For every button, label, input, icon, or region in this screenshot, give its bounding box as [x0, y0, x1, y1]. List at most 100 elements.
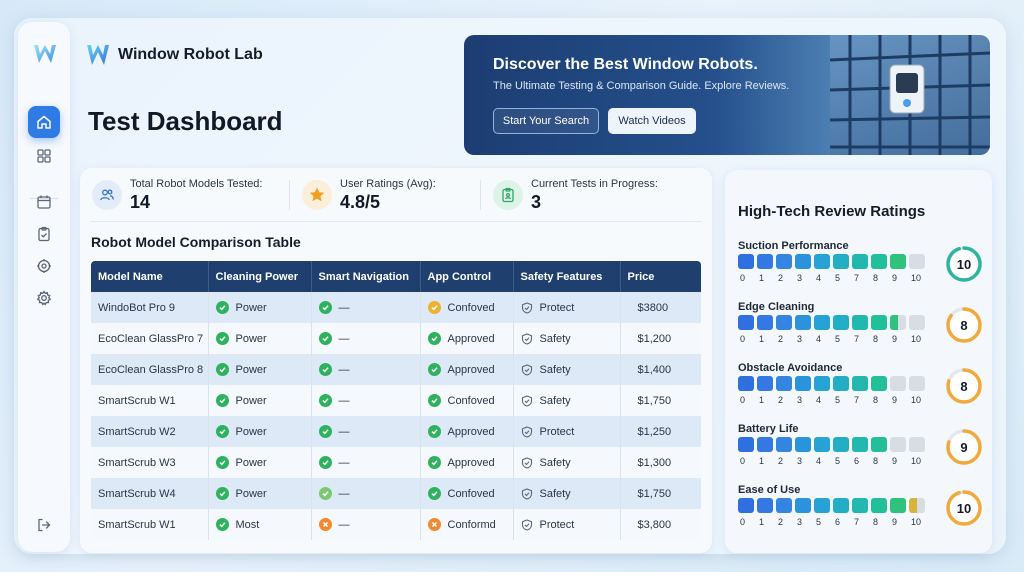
column-header[interactable]: Price [620, 261, 701, 292]
scale-label: 9 [892, 517, 898, 527]
stat-label: Current Tests in Progress: [531, 178, 658, 190]
price-cell: $1,750 [620, 385, 701, 416]
cleaning-power-cell: Power [208, 447, 312, 478]
rating-segment [757, 376, 773, 391]
table-row[interactable]: EcoClean GlassPro 7 Power — Approved Safety $… [91, 323, 701, 354]
safety-features-cell: Safety [513, 385, 621, 416]
app-control-value: Conformd [447, 518, 496, 531]
smart-navigation-value: — [338, 363, 350, 376]
check-circle-icon [318, 394, 332, 407]
safety-features-cell: Safety [513, 323, 621, 354]
safety-features-value: Protect [539, 425, 575, 438]
watch-videos-button[interactable]: Watch Videos [608, 108, 696, 134]
table-row[interactable]: SmartScrub W1 Power — Confoved Safety $1,750 [91, 385, 701, 416]
check-circle-icon [427, 394, 441, 407]
table-row[interactable]: EcoClean GlassPro 8 Power — Approved Safety $… [91, 354, 701, 385]
column-header[interactable]: Safety Features [513, 261, 621, 292]
safety-features-value: Safety [539, 456, 571, 469]
score-gauge: 8 [945, 306, 983, 344]
column-header[interactable]: App Control [420, 261, 514, 292]
clipboard-check-icon [38, 226, 50, 242]
scale-label: 9 [892, 334, 898, 344]
stat-value: 4.8/5 [340, 192, 381, 212]
score-value: 10 [956, 256, 972, 272]
column-header[interactable]: Cleaning Power [208, 261, 312, 292]
rating-item: Obstacle Avoidance 0 1 2 3 4 5 7 8 9 10 8 [738, 362, 986, 420]
safety-features-value: Safety [539, 394, 571, 407]
sidebar-item-logout[interactable] [28, 509, 60, 541]
sidebar-item-clipboard[interactable] [28, 218, 60, 250]
promo-banner: Discover the Best Window Robots. The Ult… [464, 35, 990, 155]
table-row[interactable]: WindoBot Pro 9 Power — Confoved Protect $3800 [91, 292, 701, 323]
rating-segment [776, 315, 792, 330]
smart-navigation-cell: — [311, 478, 421, 509]
app-control-cell: Approved [420, 416, 514, 447]
scale-label: 2 [778, 517, 784, 527]
sidebar-item-grid[interactable] [28, 140, 60, 172]
price-value: $1,300 [637, 456, 672, 469]
sidebar-item-settings[interactable] [28, 282, 60, 314]
table-row[interactable]: SmartScrub W3 Power — Approved Safety $1,300 [91, 447, 701, 478]
rating-segment [814, 376, 830, 391]
scale-label: 2 [778, 456, 784, 466]
sidebar-item-calendar[interactable] [28, 186, 60, 218]
column-header[interactable]: Model Name [91, 261, 209, 292]
app-control-value: Confoved [447, 487, 495, 500]
rating-segment [909, 498, 925, 513]
price-value: $3,800 [637, 518, 672, 531]
robot-icon [37, 259, 51, 273]
rating-segment [890, 498, 906, 513]
score-gauge: 10 [945, 245, 983, 283]
table-row[interactable]: SmartScrub W2 Power — Approved Protect $1,250 [91, 416, 701, 447]
smart-navigation-value: — [338, 518, 350, 531]
stat-tests-in-progress: Current Tests in Progress: 3 [493, 178, 658, 213]
score-gauge: 9 [945, 428, 983, 466]
calendar-icon [37, 195, 51, 209]
app-control-cell: Confoved [420, 292, 514, 323]
rating-segment [871, 437, 887, 452]
table-row[interactable]: SmartScrub W1 Most — Conformd Protect $3,800 [91, 509, 701, 540]
safety-features-cell: Safety [513, 447, 621, 478]
table-row[interactable]: SmartScrub W4 Power — Confoved Safety $1,750 [91, 478, 701, 509]
ratings-title: High-Tech Review Ratings [738, 203, 926, 220]
check-circle-icon [427, 301, 441, 314]
rating-bar [738, 254, 925, 269]
smart-navigation-cell: — [311, 354, 421, 385]
scale-label: 2 [778, 273, 784, 283]
model-name: SmartScrub W4 [98, 487, 176, 500]
rating-segment [833, 254, 849, 269]
app-control-value: Approved [447, 456, 495, 469]
scale-label: 7 [854, 517, 860, 527]
rating-segment [795, 498, 811, 513]
start-search-button[interactable]: Start Your Search [493, 108, 599, 134]
app-control-cell: Confoved [420, 478, 514, 509]
app-control-value: Approved [447, 425, 495, 438]
scale-label: 8 [873, 517, 879, 527]
brand[interactable]: Window Robot Lab [86, 42, 263, 68]
sidebar-item-robot[interactable] [28, 250, 60, 282]
scale-label: 0 [740, 456, 746, 466]
rating-segment [871, 315, 887, 330]
cleaning-power-cell: Most [208, 509, 312, 540]
sidebar-item-home[interactable] [28, 106, 60, 138]
shield-icon [521, 518, 532, 531]
cleaning-power-cell: Power [208, 292, 312, 323]
stat-value: 3 [531, 192, 542, 212]
model-name: SmartScrub W3 [98, 456, 176, 469]
app-control-cell: Conformd [420, 509, 514, 540]
scale-label: 10 [911, 334, 922, 344]
cleaning-power-value: Power [235, 363, 267, 376]
rating-segment [833, 315, 849, 330]
smart-navigation-cell: — [311, 509, 421, 540]
rating-segment [909, 315, 925, 330]
model-name-cell: SmartScrub W1 [91, 385, 209, 416]
scale-label: 5 [835, 456, 841, 466]
score-gauge: 8 [945, 367, 983, 405]
scale-label: 4 [816, 273, 822, 283]
scale-label: 10 [911, 456, 922, 466]
column-header[interactable]: Smart Navigation [311, 261, 421, 292]
shield-icon [521, 425, 532, 438]
rating-item: Ease of Use 0 1 2 3 5 6 7 8 9 10 10 [738, 484, 986, 542]
model-name-cell: SmartScrub W2 [91, 416, 209, 447]
rating-segment [757, 437, 773, 452]
